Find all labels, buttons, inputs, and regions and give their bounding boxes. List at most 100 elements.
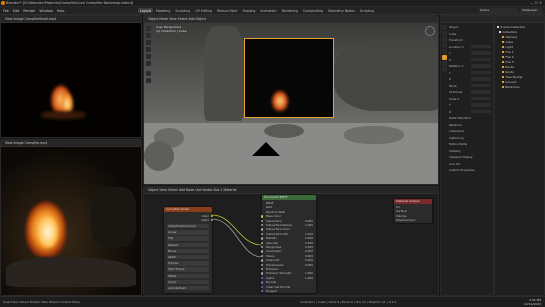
property-field[interactable] [471,109,491,113]
camera-gizmo[interactable] [252,142,280,156]
image-node-field[interactable]: Cyclic [167,279,209,285]
menu-item[interactable]: Window [39,9,52,13]
image-node-field[interactable]: Frames [167,261,209,266]
bsdf-input-value[interactable]: 0.500 [305,241,313,245]
select-tool-icon[interactable] [146,26,151,31]
bsdf-input-value[interactable]: 0.000 [305,258,313,262]
outliner-item[interactable]: Cube [502,40,513,44]
workspace-tab[interactable]: Scripting [358,8,376,13]
3d-viewport[interactable]: Object Mode View Select Add Object User … [143,15,439,185]
bsdf-input-socket[interactable] [260,237,264,240]
bsdf-input-socket[interactable] [260,281,264,284]
menu-item[interactable]: File [3,9,9,13]
bsdf-input-socket[interactable] [260,254,264,258]
view-layer-selector[interactable]: ViewLayer [520,8,542,14]
image-node-field[interactable]: CampfireSmall.mp4 [167,224,209,229]
image-node-field[interactable]: Repeat [167,242,209,247]
image-node-field[interactable]: Linear [167,230,209,235]
material-output-node[interactable]: Material Output All Surface Volume Displace… [394,199,432,223]
bsdf-input-socket[interactable] [260,241,264,244]
bsdf-input-value[interactable]: 0.000 [305,263,313,267]
bsdf-input-socket[interactable] [260,276,264,280]
bsdf-input-value[interactable]: 1.000 [305,223,313,227]
bsdf-input-value[interactable]: 0.000 [305,254,313,258]
workspace-tab[interactable]: UV Editing [193,8,214,13]
outliner-item[interactable]: Scene Collection [497,25,525,29]
bsdf-input-socket[interactable] [260,219,264,222]
bsdf-input-socket[interactable] [260,228,264,231]
annotate-tool-icon[interactable] [146,71,151,76]
tool-tab-icon[interactable] [442,25,447,30]
bsdf-input-socket[interactable] [260,215,264,218]
workspace-tab[interactable]: Geometry Nodes [326,8,357,13]
property-field[interactable] [471,103,491,107]
outliner-item[interactable]: Fire 2 [502,55,514,59]
image-node-field[interactable]: Auto Refresh [167,286,209,291]
property-field[interactable] [471,64,491,68]
bsdf-input-value[interactable]: 1.000 [305,276,313,280]
workspace-tab[interactable]: Texture Paint [215,8,240,13]
menu-item[interactable]: Edit [13,9,20,13]
navigation-gizmo-icon[interactable] [425,26,435,36]
workspace-tab[interactable]: Shading [240,8,257,13]
outliner[interactable]: Scene Collection Collection Camera Cube Ligh… [494,15,545,296]
bsdf-input-socket[interactable] [260,232,264,236]
bsdf-input-value[interactable]: 0.000 [305,236,313,240]
principled-bsdf-node[interactable]: Principled BSDF BSDF GGX Random Walk Base C… [260,195,316,293]
property-field[interactable] [471,70,491,74]
workspace-tab[interactable]: Compositing [301,8,325,13]
measure-tool-icon[interactable] [146,78,151,83]
bsdf-input-socket[interactable] [260,290,264,293]
property-field[interactable] [471,83,491,87]
view-layer-tab-icon[interactable] [442,43,447,48]
property-field[interactable] [471,51,491,55]
bsdf-input-socket[interactable] [260,268,264,271]
property-field[interactable] [471,96,491,100]
menu-item[interactable]: Help [57,9,65,13]
modifier-tab-icon[interactable] [442,61,447,66]
outliner-item[interactable]: Camera [502,35,517,39]
bsdf-input-socket[interactable] [260,224,264,227]
outliner-item[interactable]: Ground [502,80,516,84]
property-field[interactable] [471,44,491,48]
properties-editor[interactable]: Object Cube Transform Location X Y Z Rotation … [440,15,494,296]
image-node-field[interactable]: Offset [167,273,209,278]
window-controls[interactable]: — ☐ ✕ [530,1,542,6]
scene-selector[interactable]: Scene [478,8,518,14]
image-texture-node[interactable]: Campfire Small CampfireSmall.mp4 Linear Fl… [164,207,214,293]
bsdf-input-socket[interactable] [260,259,264,262]
object-tab-icon[interactable] [442,55,447,60]
outliner-item[interactable]: Fire 3 [502,60,514,64]
bsdf-input-socket[interactable] [260,263,264,266]
render-tab-icon[interactable] [442,31,447,36]
workspace-tab[interactable]: Layout [138,8,153,14]
property-field[interactable] [471,77,491,81]
outliner-item[interactable]: Fire 1 [502,50,514,54]
workspace-tab[interactable]: Sculpting [173,8,192,13]
property-field[interactable] [471,90,491,94]
cursor-tool-icon[interactable] [146,33,151,38]
workspace-tab[interactable]: Rendering [280,8,300,13]
move-tool-icon[interactable] [146,40,151,45]
bsdf-input-value[interactable]: 0.000 [305,219,313,223]
bsdf-input-value[interactable]: 1.400 [305,232,313,236]
outliner-item[interactable]: Rocks [502,65,514,69]
bsdf-input-value[interactable]: 0.000 [305,249,313,253]
bsdf-input-socket[interactable] [260,250,264,253]
bsdf-input-value[interactable]: 0.500 [305,245,313,249]
image-editor-bottom[interactable]: View Image Campfire.mp4 [0,139,142,296]
image-editor-top[interactable]: View Image CampfireSmall.mp4 [0,15,142,138]
scale-tool-icon[interactable] [146,54,151,59]
shader-node-editor[interactable]: Object View Select Add Node Use Nodes Sl… [143,186,439,296]
material-tab-icon[interactable] [442,67,447,72]
outliner-item[interactable]: Light [502,45,513,49]
image-node-field[interactable]: sRGB [167,255,209,260]
bsdf-input-value[interactable]: 1.000 [305,271,313,275]
bsdf-input-socket[interactable] [260,246,264,249]
workspace-tab[interactable]: Modeling [154,8,173,13]
image-node-field[interactable]: Start Frame [167,267,209,272]
bsdf-input-socket[interactable] [260,272,264,275]
outliner-item[interactable]: Backdrop [502,85,520,89]
workspace-tab[interactable]: Animation [258,8,278,13]
scene-tab-icon[interactable] [442,49,447,54]
